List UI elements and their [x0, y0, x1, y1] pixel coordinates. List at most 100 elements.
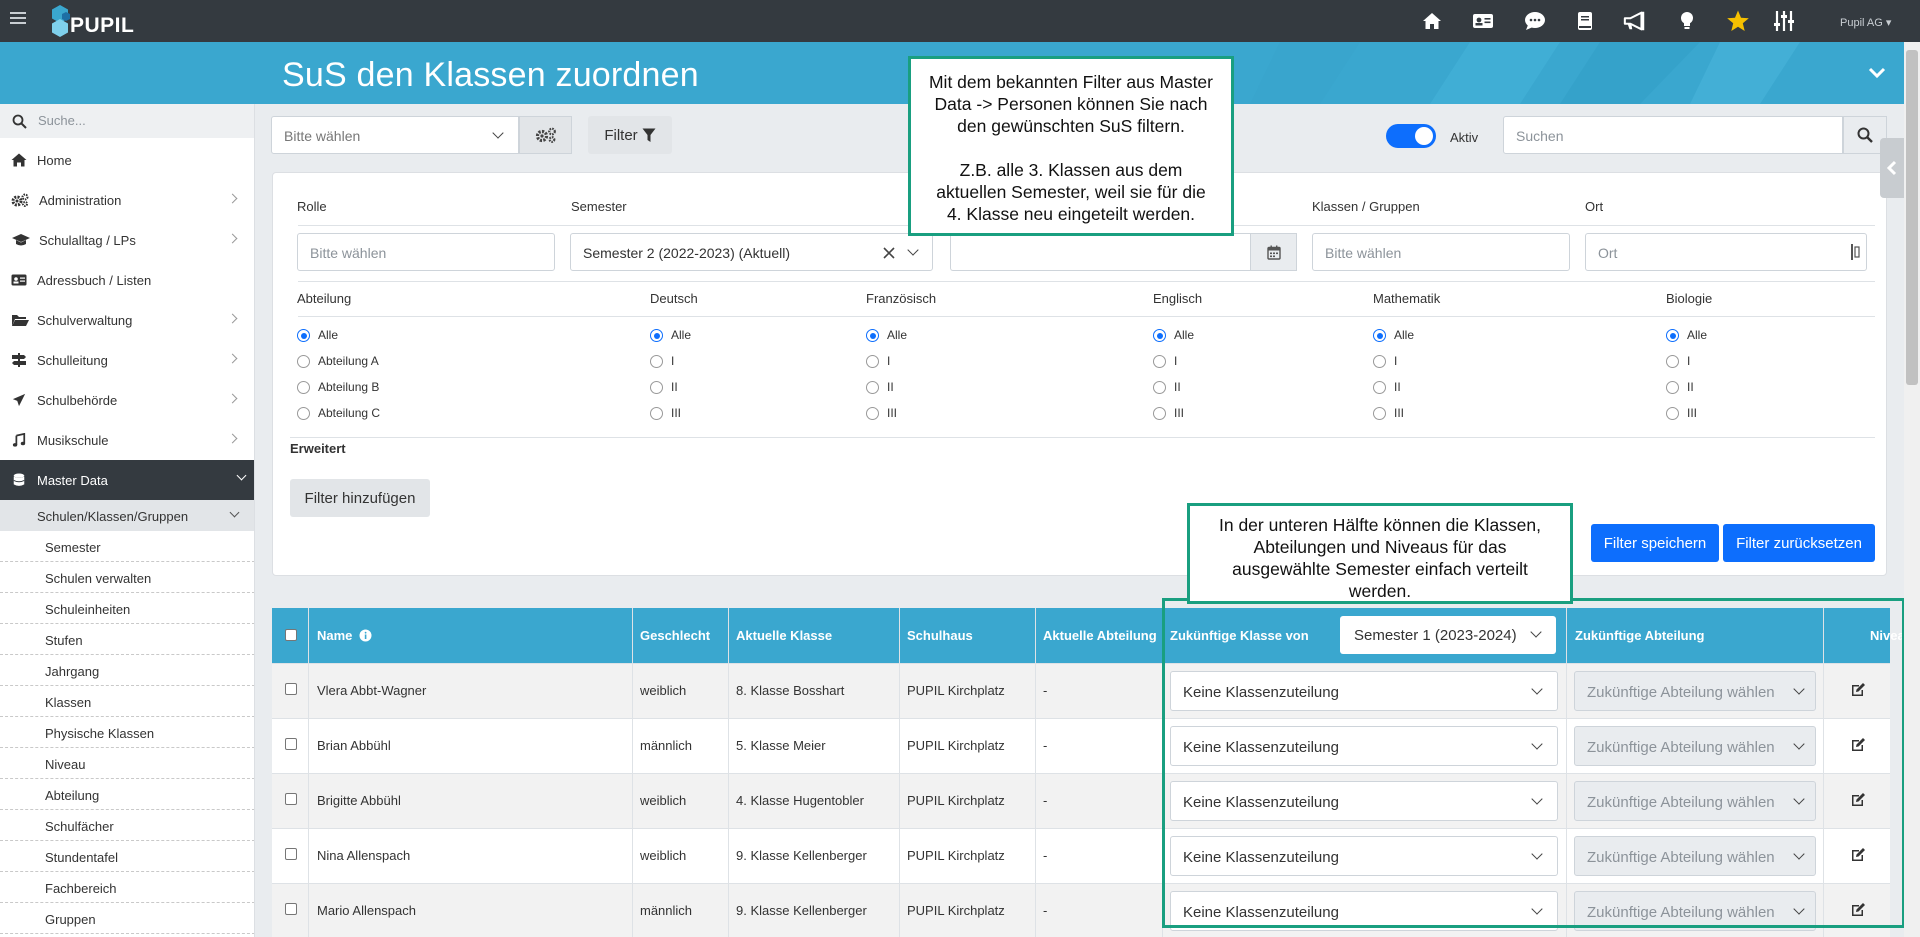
- user-menu[interactable]: Pupil AG ▾: [1840, 16, 1891, 29]
- col-name[interactable]: Name: [317, 628, 372, 643]
- radio-deutsch-alle[interactable]: [650, 329, 663, 342]
- sidebar-search[interactable]: Suche...: [0, 104, 254, 138]
- radio-mathematik-i[interactable]: [1373, 355, 1386, 368]
- sidebar-subitem-schulen-verwalten[interactable]: Schulen verwalten: [0, 562, 254, 593]
- row-checkbox[interactable]: [285, 738, 297, 750]
- radio-franzoesisch-alle[interactable]: [866, 329, 879, 342]
- pupil-logo[interactable]: PUPIL: [48, 3, 138, 39]
- radio-deutsch-i[interactable]: [650, 355, 663, 368]
- sidebar-item-administration[interactable]: Administration: [0, 180, 246, 220]
- sidebar-subitem-schulfaecher[interactable]: Schulfächer: [0, 810, 254, 841]
- date-input[interactable]: [950, 233, 1250, 271]
- radio-franzoesisch-ii[interactable]: [866, 381, 879, 394]
- info-icon[interactable]: [359, 629, 372, 642]
- radio-franzoesisch-i[interactable]: [866, 355, 879, 368]
- hamburger-menu-icon[interactable]: [10, 12, 26, 26]
- sidebar-subitem-gruppen[interactable]: Gruppen: [0, 903, 254, 934]
- sidebar-item-adressbuch[interactable]: Adressbuch / Listen: [0, 260, 246, 300]
- radio-abteilung-c[interactable]: [297, 407, 310, 420]
- radio-mathematik-alle[interactable]: [1373, 329, 1386, 342]
- sidebar-subitem-stufen[interactable]: Stufen: [0, 624, 254, 655]
- radio-deutsch-ii[interactable]: [650, 381, 663, 394]
- sidebar-search-input[interactable]: Suche...: [38, 113, 86, 128]
- col-geschlecht[interactable]: Geschlecht: [640, 628, 710, 643]
- radio-abteilung-alle[interactable]: [297, 329, 310, 342]
- radio-englisch-iii[interactable]: [1153, 407, 1166, 420]
- reset-filter-button[interactable]: Filter zurücksetzen: [1723, 524, 1875, 562]
- klassen-select[interactable]: Bitte wählen: [1312, 233, 1570, 271]
- filter-preset-select[interactable]: Bitte wählen: [271, 116, 519, 154]
- radio-mathematik-iii[interactable]: [1373, 407, 1386, 420]
- col-aktuelle-klasse[interactable]: Aktuelle Klasse: [736, 628, 832, 643]
- cell-abteilung: -: [1043, 903, 1048, 918]
- home-icon[interactable]: [1420, 9, 1444, 33]
- column-divider: [308, 608, 309, 937]
- radio-biologie-ii[interactable]: [1666, 381, 1679, 394]
- chat-icon[interactable]: [1523, 9, 1547, 33]
- radio-abteilung-b[interactable]: [297, 381, 310, 394]
- radio-biologie-i[interactable]: [1666, 355, 1679, 368]
- id-card-icon[interactable]: [1471, 9, 1495, 33]
- page-scrollbar-thumb[interactable]: [1906, 50, 1918, 385]
- radio-abteilung-a[interactable]: [297, 355, 310, 368]
- cell-klasse: 9. Klasse Kellenberger: [736, 848, 867, 863]
- filter-button[interactable]: Filter: [588, 116, 672, 154]
- radio-biologie-iii[interactable]: [1666, 407, 1679, 420]
- sidebar-subitem-fachbereich[interactable]: Fachbereich: [0, 872, 254, 903]
- radio-label: Alle: [1394, 328, 1415, 342]
- rolle-select[interactable]: Bitte wählen: [297, 233, 555, 271]
- book-icon[interactable]: [1573, 9, 1597, 33]
- row-checkbox[interactable]: [285, 683, 297, 695]
- sidebar-subitem-niveau[interactable]: Niveau: [0, 748, 254, 779]
- sidebar-scrollbar-track[interactable]: [254, 138, 255, 937]
- sidebar-item-home[interactable]: Home: [0, 140, 246, 180]
- sidebar-item-musikschule[interactable]: Musikschule: [0, 420, 246, 460]
- lightbulb-icon[interactable]: [1675, 9, 1699, 33]
- sidebar-scrollbar-thumb[interactable]: [254, 284, 255, 864]
- radio-biologie-alle[interactable]: [1666, 329, 1679, 342]
- radio-englisch-i[interactable]: [1153, 355, 1166, 368]
- sidebar-subitem-schuleinheiten[interactable]: Schuleinheiten: [0, 593, 254, 624]
- panel-collapse-tab[interactable]: [1880, 138, 1904, 198]
- chevron-right-icon: [227, 313, 238, 324]
- filter-settings-button[interactable]: [519, 116, 572, 154]
- sidebar-subgroup-schulen[interactable]: Schulen/Klassen/Gruppen: [0, 500, 254, 531]
- active-toggle[interactable]: [1386, 124, 1436, 148]
- sidebar-subitem-klassen[interactable]: Klassen: [0, 686, 254, 717]
- sidebar-subitem-abteilung[interactable]: Abteilung: [0, 779, 254, 810]
- radio-mathematik-ii[interactable]: [1373, 381, 1386, 394]
- sidebar-subitem-jahrgang[interactable]: Jahrgang: [0, 655, 254, 686]
- chevron-down-icon[interactable]: [1868, 66, 1886, 82]
- radio-franzoesisch-iii[interactable]: [866, 407, 879, 420]
- clear-icon[interactable]: [883, 247, 895, 259]
- callout-spacer: [911, 137, 1231, 159]
- search-input[interactable]: Suchen: [1503, 116, 1843, 154]
- sliders-icon[interactable]: [1772, 9, 1796, 33]
- row-checkbox[interactable]: [285, 793, 297, 805]
- save-filter-button[interactable]: Filter speichern: [1591, 524, 1719, 562]
- sidebar-item-schulverwaltung[interactable]: Schulverwaltung: [0, 300, 246, 340]
- sidebar-item-master-data[interactable]: Master Data: [0, 460, 254, 500]
- filter-preset-placeholder: Bitte wählen: [284, 128, 361, 144]
- sidebar-item-schulalltag[interactable]: Schulalltag / LPs: [0, 220, 246, 260]
- calendar-button[interactable]: [1250, 233, 1297, 271]
- star-icon[interactable]: [1726, 9, 1750, 33]
- add-filter-button[interactable]: Filter hinzufügen: [290, 479, 430, 517]
- radio-englisch-ii[interactable]: [1153, 381, 1166, 394]
- select-all-checkbox[interactable]: [285, 629, 297, 641]
- sidebar-item-schulleitung[interactable]: Schulleitung: [0, 340, 246, 380]
- sidebar-subitem-physische-klassen[interactable]: Physische Klassen: [0, 717, 254, 748]
- megaphone-icon[interactable]: [1623, 9, 1647, 33]
- sidebar-item-schulbehoerde[interactable]: Schulbehörde: [0, 380, 246, 420]
- semester-select[interactable]: Semester 2 (2022-2023) (Aktuell): [570, 233, 933, 271]
- row-checkbox[interactable]: [285, 903, 297, 915]
- sidebar-subitem-semester[interactable]: Semester: [0, 531, 254, 562]
- radio-label: III: [887, 406, 898, 420]
- radio-englisch-alle[interactable]: [1153, 329, 1166, 342]
- col-aktuelle-abteilung[interactable]: Aktuelle Abteilung: [1043, 628, 1157, 643]
- radio-deutsch-iii[interactable]: [650, 407, 663, 420]
- col-schulhaus[interactable]: Schulhaus: [907, 628, 973, 643]
- sidebar-subitem-stundentafel[interactable]: Stundentafel: [0, 841, 254, 872]
- ort-input[interactable]: Ort: [1585, 233, 1867, 271]
- row-checkbox[interactable]: [285, 848, 297, 860]
